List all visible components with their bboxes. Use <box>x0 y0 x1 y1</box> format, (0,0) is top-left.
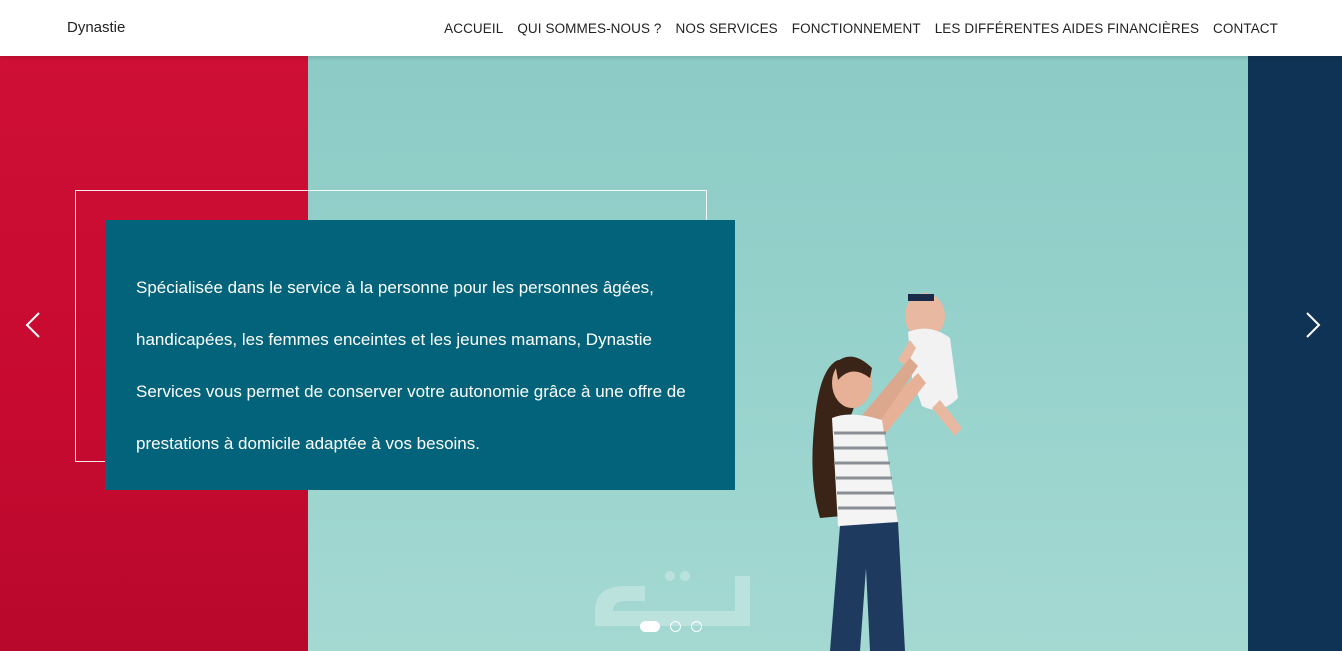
nav-link-accueil[interactable]: ACCUEIL <box>444 21 503 36</box>
mother-holding-baby-illustration <box>812 293 962 651</box>
nav-item-qui-sommes-nous: QUI SOMMES-NOUS ? <box>517 20 661 38</box>
nav-menu: ACCUEIL QUI SOMMES-NOUS ? NOS SERVICES F… <box>444 20 1278 38</box>
hero-carousel: Spécialisée dans le service à la personn… <box>0 56 1342 651</box>
nav-link-qui-sommes-nous[interactable]: QUI SOMMES-NOUS ? <box>517 21 661 36</box>
nav-item-contact: CONTACT <box>1213 20 1278 38</box>
nav-item-aides-financieres: LES DIFFÉRENTES AIDES FINANCIÈRES <box>935 20 1199 38</box>
hero-background-navy-wall <box>1248 56 1342 651</box>
nav-item-accueil: ACCUEIL <box>444 20 503 38</box>
nav-link-aides-financieres[interactable]: LES DIFFÉRENTES AIDES FINANCIÈRES <box>935 21 1199 36</box>
carousel-indicators <box>640 621 702 632</box>
caption-text: Spécialisée dans le service à la personn… <box>136 278 686 453</box>
nav-item-nos-services: NOS SERVICES <box>676 20 778 38</box>
carousel-indicator-1[interactable] <box>640 621 660 632</box>
top-navbar: Dynastie ACCUEIL QUI SOMMES-NOUS ? NOS S… <box>0 0 1342 56</box>
carousel-indicator-3[interactable] <box>691 621 702 632</box>
nav-link-nos-services[interactable]: NOS SERVICES <box>676 21 778 36</box>
chevron-left-icon <box>25 312 40 338</box>
nav-link-contact[interactable]: CONTACT <box>1213 21 1278 36</box>
carousel-indicator-2[interactable] <box>670 621 681 632</box>
caption-panel: Spécialisée dans le service à la personn… <box>105 220 735 490</box>
nav-item-fonctionnement: FONCTIONNEMENT <box>792 20 921 38</box>
chevron-right-icon <box>1306 312 1321 338</box>
carousel-prev-button[interactable] <box>18 310 48 340</box>
carousel-next-button[interactable] <box>1298 310 1328 340</box>
nav-link-fonctionnement[interactable]: FONCTIONNEMENT <box>792 21 921 36</box>
brand-logo-link[interactable]: Dynastie <box>67 19 125 36</box>
